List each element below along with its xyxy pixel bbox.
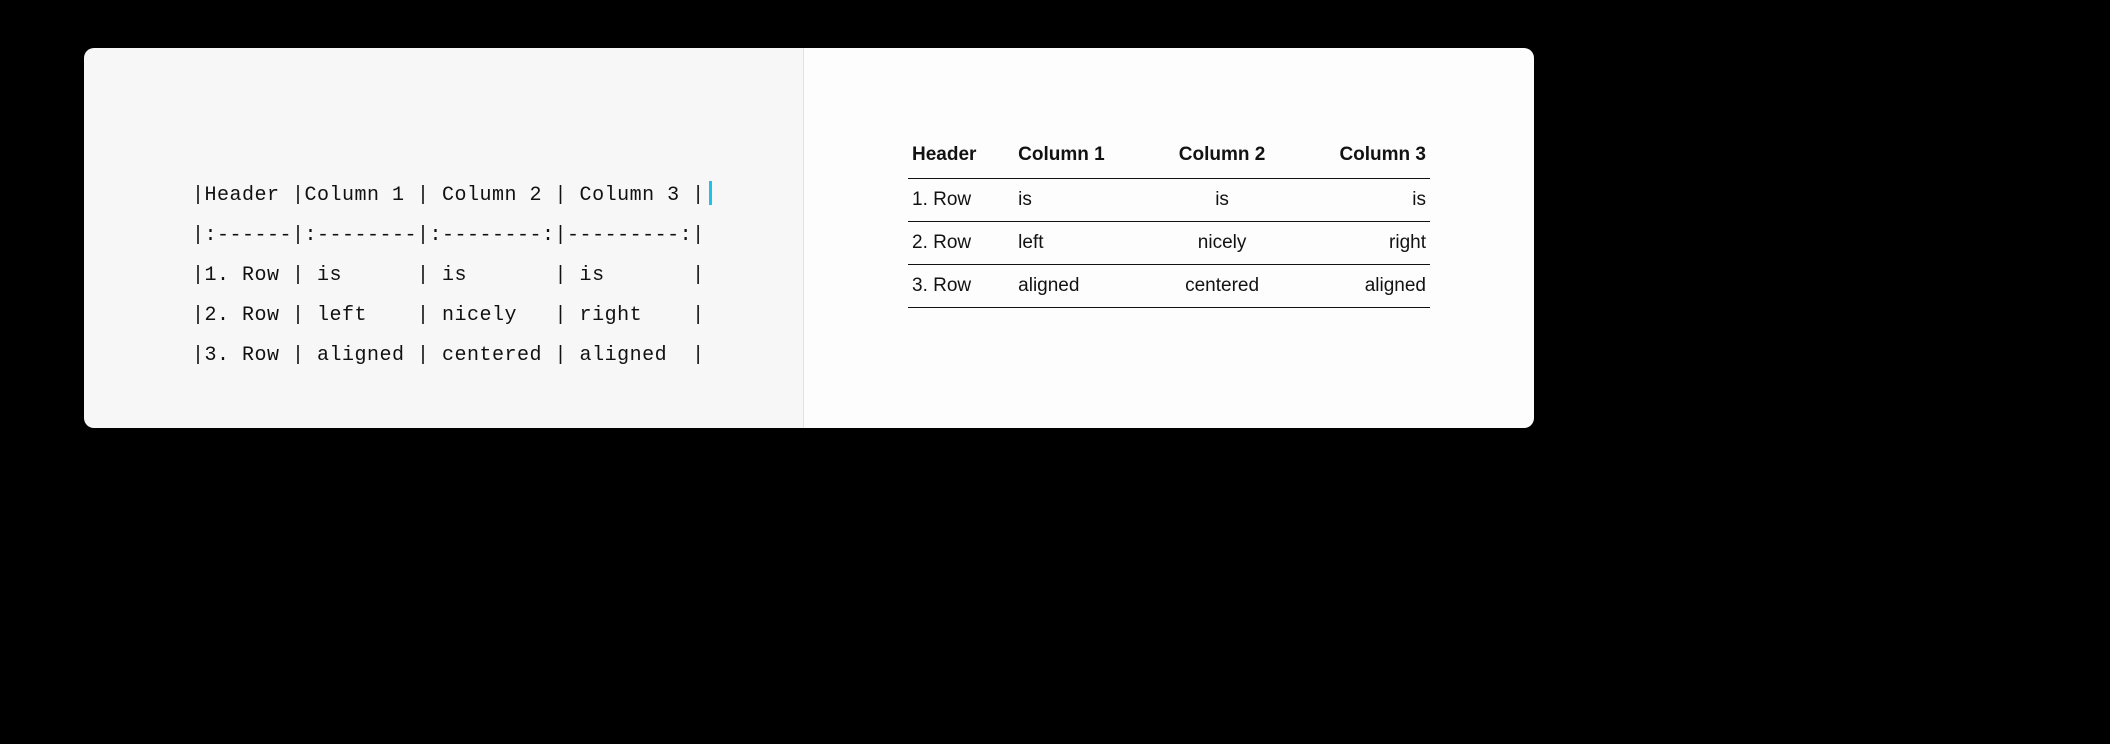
markdown-editor-window: |Header |Column 1 | Column 2 | Column 3 … bbox=[84, 48, 1534, 428]
table-cell: 3. Row bbox=[908, 265, 1014, 308]
table-cell: right bbox=[1291, 222, 1430, 265]
editor-pane[interactable]: |Header |Column 1 | Column 2 | Column 3 … bbox=[84, 48, 804, 428]
editor-content[interactable]: |Header |Column 1 | Column 2 | Column 3 … bbox=[192, 136, 803, 416]
editor-line[interactable]: |Header |Column 1 | Column 2 | Column 3 … bbox=[192, 184, 705, 207]
table-cell: aligned bbox=[1291, 265, 1430, 308]
table-cell: is bbox=[1153, 179, 1292, 222]
editor-line[interactable]: |2. Row | left | nicely | right | bbox=[192, 304, 705, 327]
table-header-cell: Header bbox=[908, 136, 1014, 179]
preview-table: Header Column 1 Column 2 Column 3 1. Row… bbox=[908, 136, 1430, 308]
table-cell: left bbox=[1014, 222, 1153, 265]
table-row: 1. Row is is is bbox=[908, 179, 1430, 222]
table-cell: nicely bbox=[1153, 222, 1292, 265]
table-header-cell: Column 3 bbox=[1291, 136, 1430, 179]
table-header-row: Header Column 1 Column 2 Column 3 bbox=[908, 136, 1430, 179]
preview-pane: Header Column 1 Column 2 Column 3 1. Row… bbox=[804, 48, 1534, 428]
table-row: 3. Row aligned centered aligned bbox=[908, 265, 1430, 308]
table-cell: 2. Row bbox=[908, 222, 1014, 265]
editor-line[interactable]: |1. Row | is | is | is | bbox=[192, 264, 705, 287]
editor-line[interactable]: |3. Row | aligned | centered | aligned | bbox=[192, 344, 705, 367]
text-cursor-icon bbox=[709, 181, 712, 205]
editor-line[interactable]: |:------|:--------|:--------:|---------:… bbox=[192, 224, 705, 247]
table-cell: is bbox=[1014, 179, 1153, 222]
table-cell: is bbox=[1291, 179, 1430, 222]
table-header-cell: Column 2 bbox=[1153, 136, 1292, 179]
table-row: 2. Row left nicely right bbox=[908, 222, 1430, 265]
table-cell: aligned bbox=[1014, 265, 1153, 308]
table-cell: 1. Row bbox=[908, 179, 1014, 222]
table-cell: centered bbox=[1153, 265, 1292, 308]
table-header-cell: Column 1 bbox=[1014, 136, 1153, 179]
